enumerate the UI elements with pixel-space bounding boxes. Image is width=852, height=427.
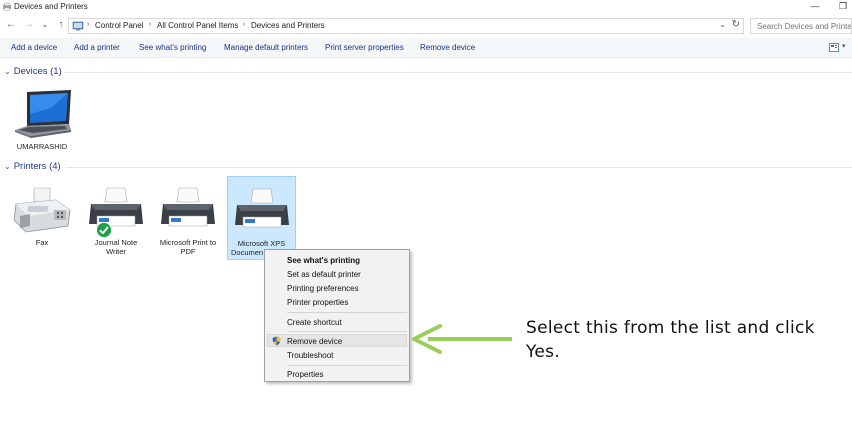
- laptop-icon: [15, 90, 71, 138]
- printer-label-line1: Microsoft XPS: [237, 239, 286, 248]
- menu-item-properties[interactable]: Properties: [287, 370, 323, 379]
- default-printer-check-icon: [96, 222, 112, 238]
- group-divider: [64, 72, 852, 73]
- search-box[interactable]: [750, 18, 852, 34]
- printer-icon: [89, 187, 143, 227]
- group-divider: [66, 167, 852, 168]
- change-view-icon[interactable]: [829, 43, 839, 52]
- printer-label-line2: Writer: [106, 247, 126, 256]
- breadcrumb-all-items[interactable]: All Control Panel Items: [157, 21, 238, 30]
- recent-locations-button[interactable]: ⌄: [39, 19, 51, 31]
- menu-item-printing-preferences[interactable]: Printing preferences: [287, 284, 359, 293]
- refresh-icon[interactable]: ↻: [732, 19, 740, 30]
- breadcrumb-devices-printers[interactable]: Devices and Printers: [251, 21, 325, 30]
- printer-icon: [234, 188, 289, 228]
- menu-item-remove-device[interactable]: Remove device: [287, 337, 342, 346]
- view-options-dropdown[interactable]: ▾: [842, 42, 846, 50]
- uac-shield-icon: [272, 336, 281, 346]
- context-menu: See what's printing Set as default print…: [264, 249, 410, 382]
- back-button[interactable]: ←: [5, 19, 17, 31]
- device-label: UMARRASHID: [16, 142, 68, 151]
- address-bar[interactable]: › Control Panel › All Control Panel Item…: [68, 18, 744, 34]
- breadcrumb-separator: ›: [149, 21, 152, 28]
- printer-label-line1: Journal Note: [94, 238, 138, 247]
- menu-separator: [287, 365, 407, 366]
- menu-separator: [287, 312, 407, 313]
- menu-item-troubleshoot[interactable]: Troubleshoot: [287, 351, 333, 360]
- menu-item-printer-properties[interactable]: Printer properties: [287, 298, 348, 307]
- printer-item-journal-note-writer[interactable]: Journal Note Writer: [82, 186, 150, 260]
- minimize-button[interactable]: —: [808, 0, 822, 12]
- printers-group-label: Printers (4): [13, 161, 61, 172]
- annotation-text: Select this from the list and click Yes.: [526, 318, 815, 362]
- printer-item-xps-document-writer[interactable]: Microsoft XPS Documen: [227, 176, 296, 260]
- search-input[interactable]: [751, 19, 851, 33]
- printer-label-line1: Microsoft Print to: [159, 238, 217, 247]
- printers-group-header[interactable]: ⌄ Printers (4): [4, 161, 61, 173]
- menu-item-create-shortcut[interactable]: Create shortcut: [287, 318, 342, 327]
- manage-default-printers-button[interactable]: Manage default printers: [224, 43, 308, 52]
- menu-item-see-whats-printing[interactable]: See what's printing: [287, 256, 360, 265]
- devices-printers-app-icon: [3, 2, 11, 11]
- printer-item-print-to-pdf[interactable]: Microsoft Print to PDF: [154, 186, 222, 260]
- up-button[interactable]: ↑: [55, 19, 67, 31]
- command-bar: Add a device Add a printer See what's pr…: [0, 38, 852, 58]
- add-printer-button[interactable]: Add a printer: [74, 43, 120, 52]
- chevron-down-icon: ⌄: [4, 162, 11, 171]
- forward-button[interactable]: →: [23, 19, 35, 31]
- breadcrumb-separator: ›: [243, 21, 246, 28]
- breadcrumb-control-panel[interactable]: Control Panel: [95, 21, 143, 30]
- print-server-properties-button[interactable]: Print server properties: [325, 43, 404, 52]
- address-row: ← → ⌄ ↑ › Control Panel › All Control Pa…: [0, 16, 852, 36]
- device-item-umarrashid[interactable]: UMARRASHID: [8, 88, 76, 154]
- restore-button[interactable]: ❐: [836, 0, 850, 12]
- annotation-arrow-icon: [412, 324, 512, 354]
- breadcrumb-separator: ›: [87, 21, 90, 28]
- title-bar: Devices and Printers — ❐: [0, 0, 852, 14]
- add-device-button[interactable]: Add a device: [11, 43, 57, 52]
- window-title: Devices and Printers: [14, 2, 88, 11]
- control-panel-icon: [72, 21, 84, 31]
- chevron-down-icon: ⌄: [4, 67, 11, 76]
- printer-label-line2: PDF: [180, 247, 196, 256]
- printer-label-line1: Fax: [35, 238, 49, 247]
- see-whats-printing-button[interactable]: See what's printing: [139, 43, 206, 52]
- printer-item-fax[interactable]: Fax: [8, 186, 76, 250]
- remove-device-button[interactable]: Remove device: [420, 43, 475, 52]
- printer-icon: [161, 187, 215, 227]
- menu-item-set-default-printer[interactable]: Set as default printer: [287, 270, 361, 279]
- fax-icon: [13, 187, 71, 233]
- devices-group-header[interactable]: ⌄ Devices (1): [4, 66, 62, 78]
- devices-group-label: Devices (1): [13, 66, 62, 77]
- menu-separator: [287, 331, 407, 332]
- address-history-dropdown[interactable]: ⌄: [719, 20, 726, 29]
